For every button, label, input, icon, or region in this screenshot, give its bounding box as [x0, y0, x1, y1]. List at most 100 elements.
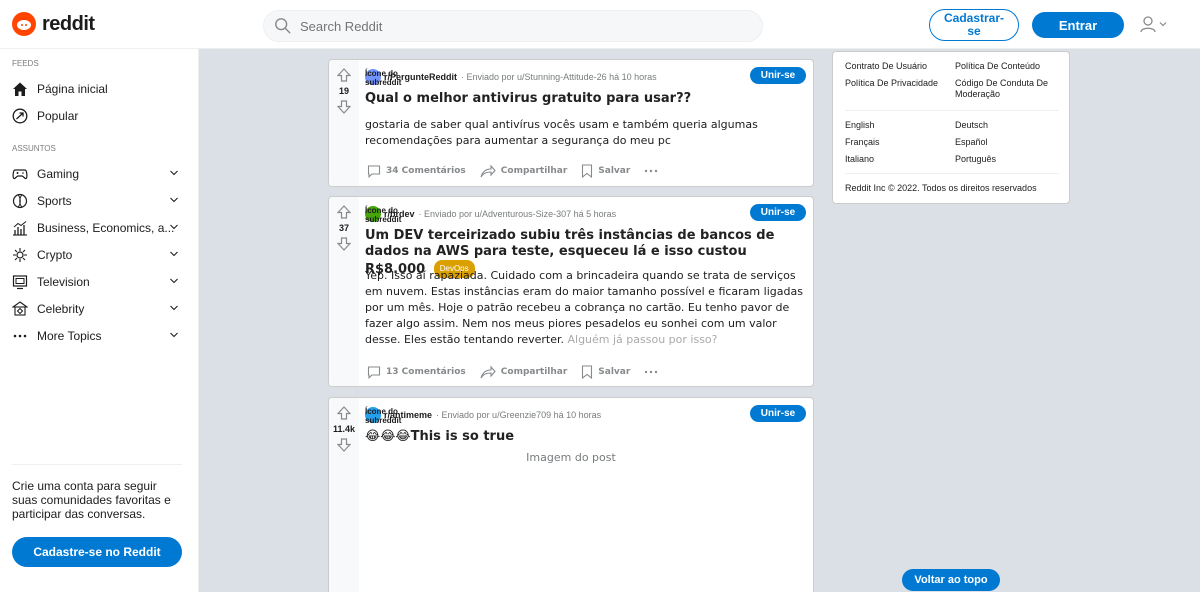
feeds-section-label: FEEDS: [12, 59, 39, 68]
join-button[interactable]: Unir-se: [750, 204, 806, 221]
celebrity-icon: [12, 300, 28, 317]
sidebar-item-label: Gaming: [37, 166, 80, 181]
upvote-icon[interactable]: [337, 205, 351, 219]
language-link[interactable]: Deutsch: [955, 120, 988, 131]
post-title[interactable]: Qual o melhor antivirus gratuito para us…: [365, 91, 691, 107]
sports-icon: [12, 193, 28, 209]
subreddit-icon[interactable]: Ícone do subreddit: [365, 69, 401, 87]
post-image-placeholder[interactable]: Imagem do post: [329, 451, 813, 464]
post-card[interactable]: 19 Ícone do subreddit r/PergunteReddit ·…: [328, 59, 814, 187]
share-icon: [480, 365, 496, 379]
subreddit-icon[interactable]: Ícone do subreddit: [365, 206, 401, 224]
popular-icon: [12, 108, 28, 124]
comment-icon: [367, 165, 381, 178]
tv-icon: [12, 274, 28, 290]
downvote-icon[interactable]: [337, 438, 351, 452]
more-icon: [12, 328, 28, 344]
comments-button[interactable]: 34 Comentários: [367, 164, 466, 178]
downvote-icon[interactable]: [337, 237, 351, 251]
save-button[interactable]: Salvar: [581, 365, 630, 379]
crypto-icon: [12, 247, 28, 263]
upvote-icon[interactable]: [337, 406, 351, 420]
chevron-down-icon: [170, 170, 178, 176]
more-options-button[interactable]: [644, 169, 658, 173]
language-link[interactable]: Português: [955, 154, 996, 165]
vote-score: 19: [338, 86, 349, 96]
sidebar-item-television[interactable]: Television: [0, 268, 199, 295]
post-title[interactable]: 😂😂😂This is so true: [365, 429, 514, 445]
post-author-meta: · Enviado por u/Adventurous-Size-307 há …: [418, 209, 617, 219]
post-card[interactable]: 37 Ícone do subreddit r/brdev · Enviado …: [328, 196, 814, 387]
downvote-icon[interactable]: [337, 100, 351, 114]
sidebar-item-gaming[interactable]: Gaming: [0, 160, 199, 187]
comment-icon: [367, 366, 381, 379]
signup-button[interactable]: Cadastrar-se: [929, 9, 1019, 41]
back-to-top-button[interactable]: Voltar ao topo: [902, 569, 1000, 591]
sidebar-item-celebrity[interactable]: Celebrity: [0, 295, 199, 322]
language-link[interactable]: Español: [955, 137, 988, 148]
post-meta: Ícone do subreddit r/antimeme · Enviado …: [365, 407, 602, 425]
footer-link-mod-code[interactable]: Código De Conduta De Moderação: [955, 78, 1065, 100]
sidebar-item-more-topics[interactable]: More Topics: [0, 322, 199, 349]
language-link[interactable]: Italiano: [845, 154, 874, 165]
footer-divider: [845, 173, 1059, 174]
vote-column: 37: [329, 197, 359, 386]
footer-link-user-agreement[interactable]: Contrato De Usuário: [845, 61, 927, 72]
home-icon: [12, 81, 28, 97]
vote-column: 19: [329, 60, 359, 186]
language-link[interactable]: English: [845, 120, 875, 131]
sidebar-item-label: More Topics: [37, 328, 102, 343]
user-menu[interactable]: [1140, 15, 1168, 33]
vote-score: 37: [338, 223, 349, 233]
join-button[interactable]: Unir-se: [750, 405, 806, 422]
post-meta: Ícone do subreddit r/brdev · Enviado por…: [365, 206, 617, 224]
post-author-meta: · Enviado por u/Stunning-Attitude-26 há …: [461, 72, 657, 82]
sidebar-item-business[interactable]: Business, Economics, a...: [0, 214, 199, 241]
more-icon: [645, 370, 658, 374]
join-button[interactable]: Unir-se: [750, 67, 806, 84]
sidebar-item-popular[interactable]: Popular: [0, 102, 199, 129]
sidebar-item-label: Página inicial: [37, 81, 108, 96]
sidebar-item-label: Business, Economics, a...: [37, 220, 175, 235]
chevron-down-icon: [170, 197, 178, 203]
vote-column: 11.4k: [329, 398, 359, 592]
chevron-down-icon: [170, 251, 178, 257]
upvote-icon[interactable]: [337, 68, 351, 82]
save-button[interactable]: Salvar: [581, 164, 630, 178]
post-card[interactable]: 11.4k Ícone do subreddit r/antimeme · En…: [328, 397, 814, 592]
comments-button[interactable]: 13 Comentários: [367, 365, 466, 379]
reddit-logo[interactable]: reddit: [12, 12, 95, 36]
sidebar-item-crypto[interactable]: Crypto: [0, 241, 199, 268]
chart-icon: [12, 220, 28, 236]
footer-divider: [845, 110, 1059, 111]
left-sidebar: FEEDS Página inicial Popular ASSUNTOS Ga…: [0, 49, 199, 592]
footer-link-content-policy[interactable]: Política De Conteúdo: [955, 61, 1040, 72]
more-icon: [645, 169, 658, 173]
language-link[interactable]: Français: [845, 137, 880, 148]
sidebar-item-label: Celebrity: [37, 301, 85, 316]
post-body: gostaria de saber qual antivírus vocês u…: [365, 118, 758, 147]
chevron-down-icon: [170, 278, 178, 284]
bookmark-icon: [582, 365, 593, 379]
share-button[interactable]: Compartilhar: [480, 164, 567, 178]
chevron-down-icon: [1159, 22, 1167, 27]
sidebar-item-label: Sports: [37, 193, 72, 208]
sidebar-divider: [12, 464, 182, 465]
share-button[interactable]: Compartilhar: [480, 365, 567, 379]
sidebar-item-sports[interactable]: Sports: [0, 187, 199, 214]
post-actions: 34 Comentários Compartilhar Salvar: [367, 164, 658, 178]
post-author-meta: · Enviado por u/Greenzie709 há 10 horas: [436, 410, 602, 420]
search-bar[interactable]: [263, 10, 763, 42]
logo-text: reddit: [42, 12, 95, 35]
sidebar-item-home[interactable]: Página inicial: [0, 75, 199, 102]
subreddit-icon[interactable]: Ícone do subreddit: [365, 407, 401, 425]
sidebar-signup-button[interactable]: Cadastre-se no Reddit: [12, 537, 182, 567]
topics-section-label: ASSUNTOS: [12, 144, 56, 153]
signup-cta-text: Crie uma conta para seguir suas comunida…: [12, 479, 171, 521]
footer-link-privacy-policy[interactable]: Política De Privacidade: [845, 78, 938, 89]
login-button[interactable]: Entrar: [1032, 12, 1124, 38]
share-icon: [480, 164, 496, 178]
reddit-logo-icon: [12, 12, 36, 36]
more-options-button[interactable]: [644, 370, 658, 374]
search-input[interactable]: [300, 18, 720, 34]
